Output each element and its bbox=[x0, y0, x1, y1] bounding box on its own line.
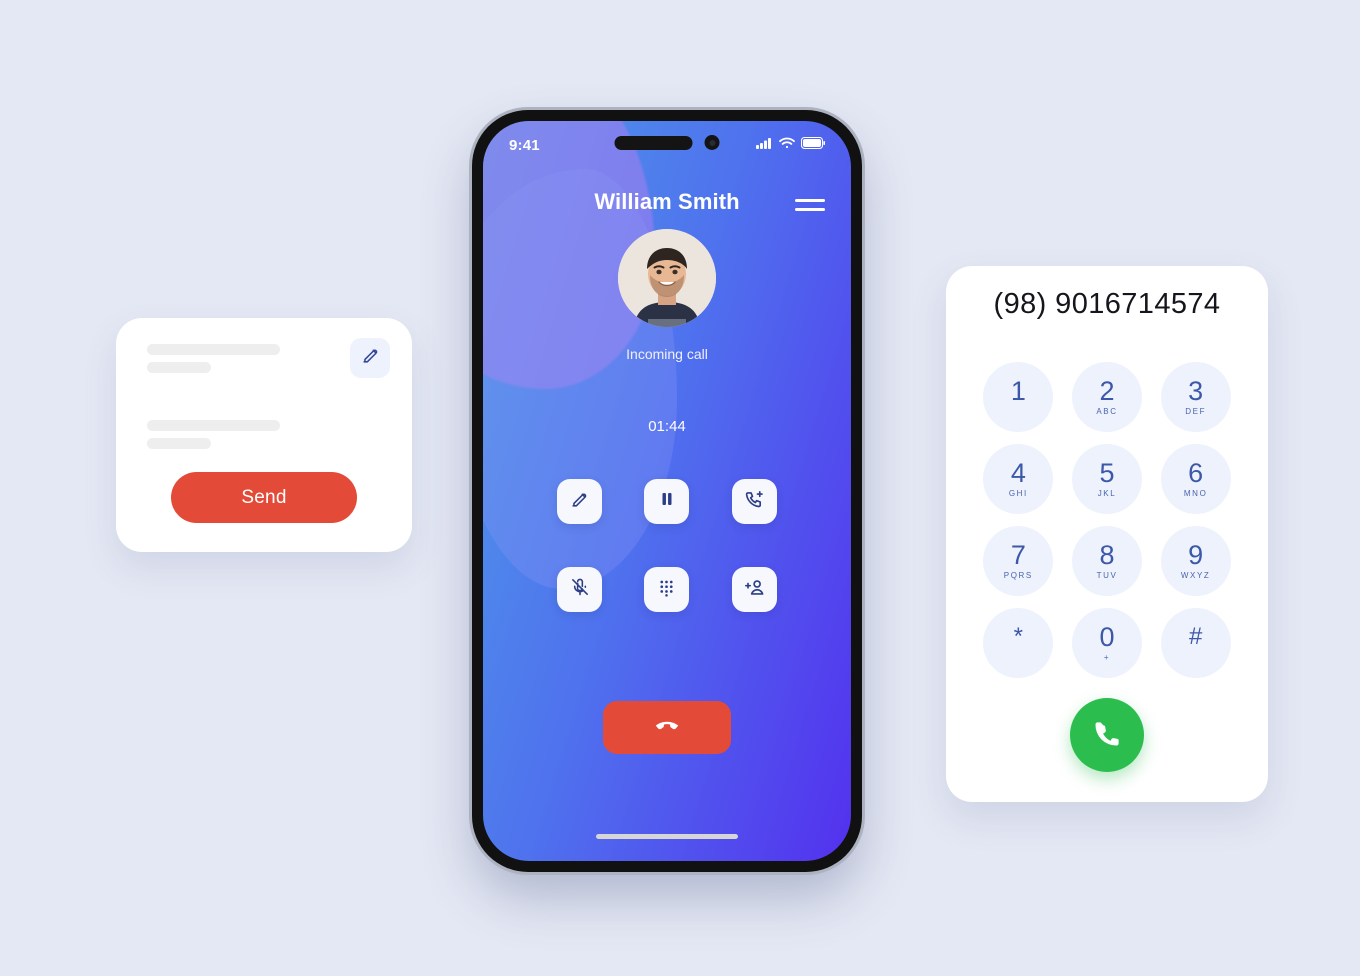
dialpad-panel: (98) 9016714574 1 2 ABC 3 DEF 4 GHI 5 JK… bbox=[946, 266, 1268, 802]
key-letters: WXYZ bbox=[1180, 570, 1211, 580]
skeleton-placeholder-group bbox=[147, 344, 307, 456]
end-call-button[interactable] bbox=[603, 701, 731, 754]
key-digit: 1 bbox=[1010, 375, 1026, 406]
key-letters: GHI bbox=[1008, 488, 1028, 498]
key-digit: 0 bbox=[1099, 621, 1115, 652]
pause-icon bbox=[658, 490, 676, 513]
dynamic-island bbox=[614, 135, 720, 150]
mic-off-icon bbox=[570, 577, 590, 602]
speaker-pill bbox=[614, 135, 693, 150]
dialpad-key-6[interactable]: 6 MNO bbox=[1160, 444, 1231, 514]
pencil-icon bbox=[570, 490, 589, 514]
phone-number-display[interactable]: (98) 9016714574 bbox=[946, 288, 1268, 321]
call-actions-grid bbox=[536, 479, 798, 612]
avatar bbox=[618, 229, 716, 327]
key-letters: PQRS bbox=[1003, 570, 1033, 580]
status-time: 9:41 bbox=[509, 136, 540, 154]
dial-call-button[interactable] bbox=[1070, 698, 1144, 772]
key-digit: 2 bbox=[1099, 375, 1115, 406]
canvas: Send 9:41 William Smith Incoming call 01… bbox=[0, 0, 1360, 976]
key-digit: 4 bbox=[1010, 457, 1026, 488]
dialpad-key-4[interactable]: 4 GHI bbox=[983, 444, 1054, 514]
skeleton-line bbox=[147, 362, 211, 373]
phone-screen: 9:41 William Smith Incoming call 01:44 bbox=[483, 121, 851, 861]
phone-hangup-icon bbox=[652, 711, 682, 744]
wifi-icon bbox=[779, 136, 795, 154]
dialpad-key-7[interactable]: 7 PQRS bbox=[983, 526, 1054, 596]
front-camera-icon bbox=[704, 135, 720, 150]
phone-plus-icon bbox=[744, 489, 765, 515]
call-status: Incoming call bbox=[626, 346, 708, 362]
dialpad-icon bbox=[657, 578, 676, 602]
key-digit: * bbox=[1013, 623, 1023, 650]
menu-bar bbox=[795, 208, 825, 211]
hold-button[interactable] bbox=[644, 479, 690, 524]
key-digit: 6 bbox=[1188, 457, 1204, 488]
key-digit: 7 bbox=[1010, 539, 1026, 570]
status-icons bbox=[756, 136, 825, 154]
dialpad-keys-grid: 1 2 ABC 3 DEF 4 GHI 5 JKL 6 MNO 7 PQRS 8… bbox=[974, 362, 1240, 678]
key-letters: + bbox=[1103, 652, 1111, 662]
battery-icon bbox=[800, 136, 825, 154]
key-digit: 8 bbox=[1099, 539, 1115, 570]
key-digit: 3 bbox=[1188, 375, 1204, 406]
edit-message-button[interactable] bbox=[350, 338, 390, 378]
add-person-button[interactable] bbox=[731, 567, 777, 612]
skeleton-line bbox=[147, 438, 211, 449]
dialpad-key-star[interactable]: * bbox=[983, 608, 1054, 678]
mute-button[interactable] bbox=[557, 567, 603, 612]
key-letters: TUV bbox=[1096, 570, 1118, 580]
key-letters: MNO bbox=[1183, 488, 1208, 498]
key-digit: # bbox=[1188, 623, 1203, 650]
skeleton-line bbox=[147, 344, 280, 355]
edit-note-button[interactable] bbox=[557, 479, 603, 524]
send-button[interactable]: Send bbox=[171, 472, 357, 523]
message-card: Send bbox=[116, 318, 412, 552]
dialpad-key-5[interactable]: 5 JKL bbox=[1071, 444, 1142, 514]
key-digit: 5 bbox=[1099, 457, 1115, 488]
dialpad-key-8[interactable]: 8 TUV bbox=[1071, 526, 1142, 596]
menu-bar bbox=[795, 199, 825, 202]
person-plus-icon bbox=[744, 577, 765, 603]
skeleton-line bbox=[147, 420, 280, 431]
dialpad-key-2[interactable]: 2 ABC bbox=[1071, 362, 1142, 432]
phone-mockup: 9:41 William Smith Incoming call 01:44 bbox=[472, 110, 862, 872]
pencil-icon bbox=[361, 346, 380, 370]
dialpad-key-0[interactable]: 0 + bbox=[1071, 608, 1142, 678]
dialpad-key-hash[interactable]: # bbox=[1160, 608, 1231, 678]
key-letters: JKL bbox=[1097, 488, 1117, 498]
signal-bars-icon bbox=[756, 136, 773, 154]
phone-icon bbox=[1092, 718, 1123, 752]
key-letters: ABC bbox=[1096, 406, 1118, 416]
dialpad-key-3[interactable]: 3 DEF bbox=[1160, 362, 1231, 432]
key-letters: DEF bbox=[1185, 406, 1207, 416]
dialpad-key-1[interactable]: 1 bbox=[983, 362, 1054, 432]
home-indicator bbox=[596, 834, 738, 839]
hamburger-menu-icon[interactable] bbox=[795, 194, 825, 216]
call-timer: 01:44 bbox=[648, 418, 686, 435]
key-digit: 9 bbox=[1188, 539, 1204, 570]
add-call-button[interactable] bbox=[731, 479, 777, 524]
keypad-button[interactable] bbox=[644, 567, 690, 612]
dialpad-key-9[interactable]: 9 WXYZ bbox=[1160, 526, 1231, 596]
